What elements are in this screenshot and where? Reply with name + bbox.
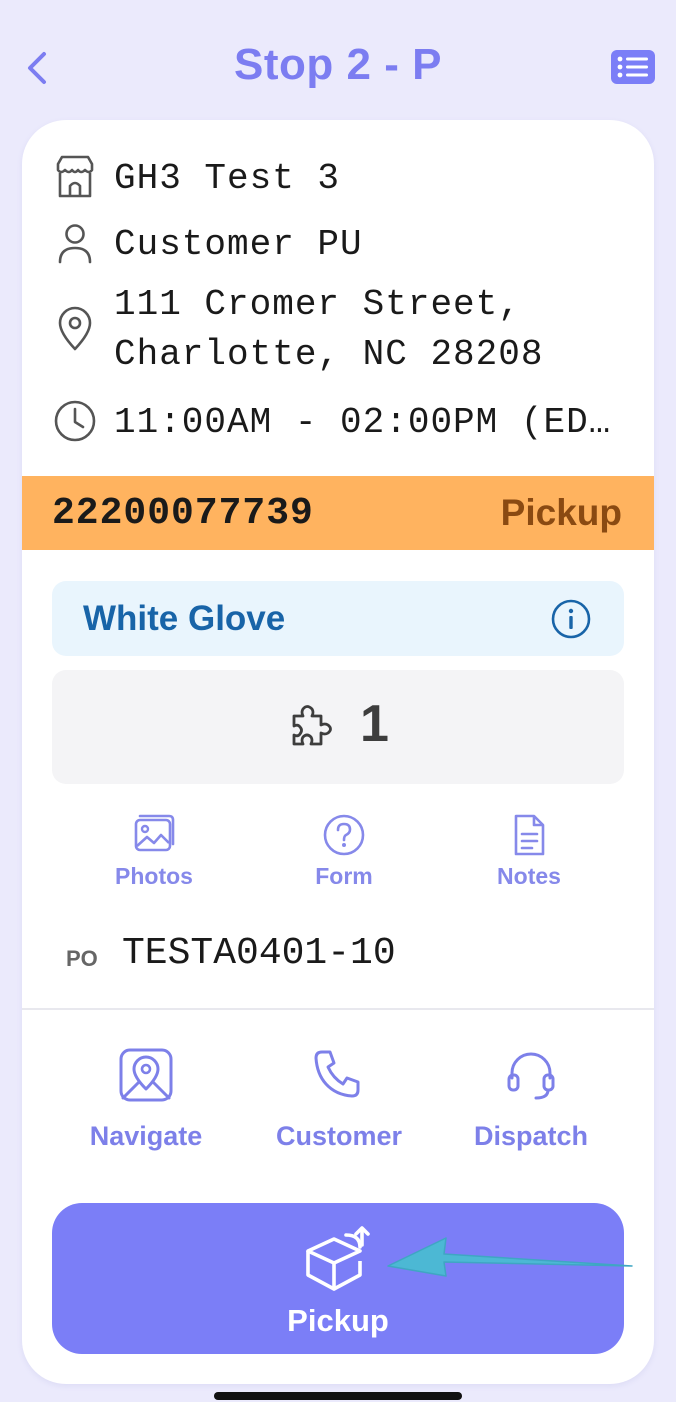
navigate-label: Navigate — [89, 1121, 203, 1151]
pickup-label: Pickup — [287, 1303, 389, 1338]
photos-button[interactable]: Photos — [96, 812, 212, 890]
map-navigate-icon — [119, 1048, 173, 1102]
time-window-row: 11:00AM - 02:00PM (ED… — [22, 396, 654, 446]
service-info-button[interactable] — [550, 598, 592, 640]
document-icon — [514, 814, 545, 856]
po-number: TESTA0401-10 — [122, 932, 396, 975]
annotation-arrow — [387, 1237, 633, 1277]
address-row: 111 Cromer Street, Charlotte, NC 28208 — [22, 280, 654, 384]
stop-list-button[interactable] — [610, 48, 656, 86]
service-level: White Glove — [83, 599, 286, 638]
address-line-1: 111 Cromer Street, — [114, 284, 521, 325]
stop-detail-card: GH3 Test 3 Customer PU 111 Cromer Street… — [22, 120, 654, 1384]
notes-button[interactable]: Notes — [474, 812, 584, 890]
phone-icon — [314, 1050, 360, 1098]
form-label: Form — [315, 863, 373, 889]
po-label: PO — [66, 946, 98, 971]
contact-row: Customer PU — [22, 218, 654, 268]
customer-label: Customer — [275, 1121, 403, 1151]
time-window: 11:00AM - 02:00PM (ED… — [114, 402, 612, 443]
pieces-summary: 1 — [52, 670, 624, 784]
photos-icon — [134, 814, 175, 852]
puzzle-piece-icon — [292, 705, 332, 746]
clock-icon — [54, 400, 96, 442]
dispatch-label: Dispatch — [473, 1121, 589, 1151]
call-customer-button[interactable]: Customer — [266, 1046, 412, 1152]
address-line-2: Charlotte, NC 28208 — [114, 334, 544, 375]
map-pin-icon — [58, 306, 92, 351]
notes-label: Notes — [497, 863, 561, 889]
navigate-button[interactable]: Navigate — [80, 1046, 212, 1152]
box-upload-icon — [306, 1226, 370, 1291]
location-name: GH3 Test 3 — [114, 158, 341, 199]
call-dispatch-button[interactable]: Dispatch — [464, 1046, 598, 1152]
headset-icon — [507, 1052, 555, 1100]
home-indicator — [214, 1392, 462, 1400]
list-icon — [611, 50, 655, 84]
form-button[interactable]: Form — [284, 812, 404, 890]
order-type: Pickup — [500, 492, 622, 533]
pieces-count: 1 — [360, 695, 389, 753]
question-circle-icon — [323, 814, 365, 856]
section-divider — [22, 1008, 654, 1010]
location-row: GH3 Test 3 — [22, 152, 654, 202]
photos-label: Photos — [115, 863, 193, 889]
person-icon — [58, 224, 92, 264]
storefront-icon — [56, 155, 94, 198]
order-number: 22200077739 — [52, 492, 314, 535]
order-bar: 22200077739 Pickup — [22, 476, 654, 550]
contact-name: Customer PU — [114, 224, 363, 265]
info-icon — [551, 599, 591, 639]
service-level-banner: White Glove — [52, 581, 624, 656]
page-title: Stop 2 - P — [234, 40, 442, 89]
top-bar: Stop 2 - P — [0, 0, 676, 120]
